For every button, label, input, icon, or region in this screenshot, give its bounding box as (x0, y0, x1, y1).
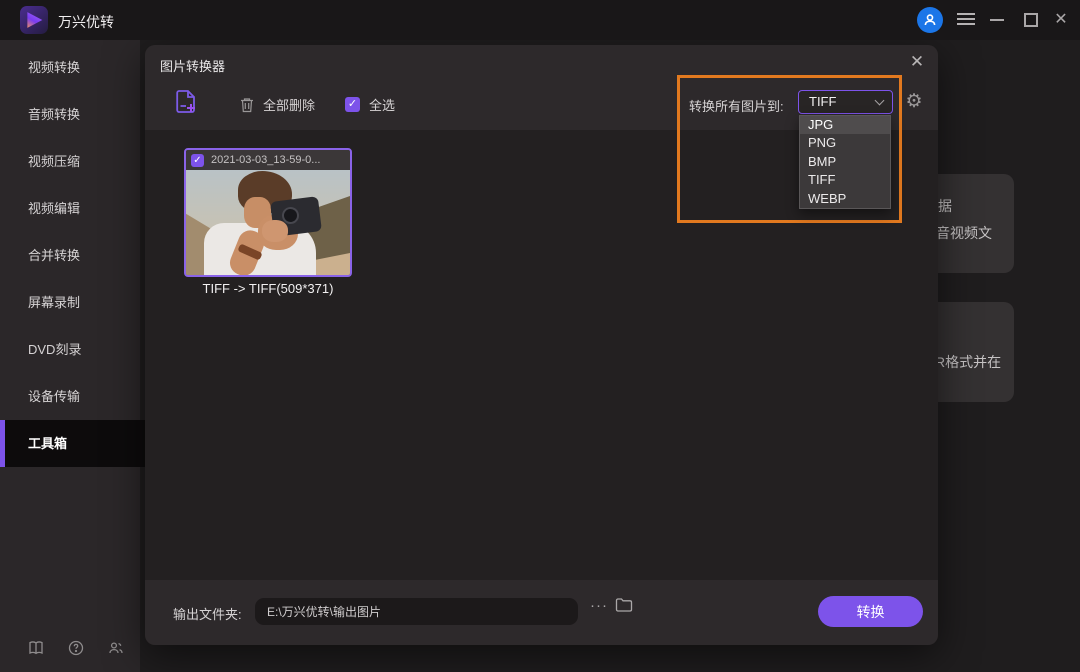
sidebar-item-device-transfer[interactable]: 设备传输 (0, 373, 140, 420)
image-converter-dialog: 输出文件夹: ··· 转换 图片转换器 ✕ 全部删除 ✓ 全选 (145, 45, 938, 645)
titlebar: 万兴优转 ✕ (0, 0, 1080, 40)
file-name: 2021-03-03_13-59-0... (211, 154, 320, 166)
maximize-button[interactable] (1024, 13, 1038, 27)
output-folder-label: 输出文件夹: (173, 604, 242, 623)
sidebar-item-video-compress[interactable]: 视频压缩 (0, 138, 140, 185)
format-dropdown: JPG PNG BMP TIFF WEBP (799, 115, 891, 209)
format-select[interactable]: TIFF (798, 90, 893, 114)
format-option-tiff[interactable]: TIFF (800, 171, 890, 189)
image-thumbnail (186, 170, 350, 275)
select-all-label: 全选 (369, 95, 395, 114)
add-files-button[interactable] (175, 89, 199, 115)
window-close-button[interactable]: ✕ (1051, 10, 1071, 30)
users-icon[interactable] (108, 640, 124, 656)
open-folder-icon[interactable] (615, 597, 635, 615)
convert-all-to-label: 转换所有图片到: (689, 96, 784, 115)
dialog-footer: 输出文件夹: ··· 转换 (145, 580, 938, 645)
output-folder-input[interactable] (255, 598, 578, 625)
delete-all-button[interactable]: 全部删除 (240, 95, 315, 114)
thumbnail-header: ✓ 2021-03-03_13-59-0... (186, 150, 350, 170)
sidebar-item-dvd-burn[interactable]: DVD刻录 (0, 326, 140, 373)
card-text-fragment: 据 (938, 196, 952, 216)
person-icon (923, 13, 937, 27)
manual-book-icon[interactable] (28, 640, 44, 656)
format-option-bmp[interactable]: BMP (800, 153, 890, 171)
app-logo-icon (20, 6, 48, 34)
delete-all-label: 全部删除 (263, 95, 315, 114)
chevron-down-icon (875, 96, 885, 106)
trash-icon (240, 97, 254, 113)
file-conversion-caption: TIFF -> TIFF(509*371) (184, 281, 352, 296)
card-text-fragment: 音视频文 (936, 223, 992, 243)
minimize-button[interactable] (990, 19, 1004, 21)
menu-button[interactable] (957, 13, 975, 27)
file-checkbox[interactable]: ✓ (191, 154, 204, 167)
sidebar-item-audio-convert[interactable]: 音频转换 (0, 91, 140, 138)
sidebar-item-video-edit[interactable]: 视频编辑 (0, 185, 140, 232)
sidebar-item-merge-convert[interactable]: 合并转换 (0, 232, 140, 279)
format-option-webp[interactable]: WEBP (800, 190, 890, 208)
browse-more-button[interactable]: ··· (586, 593, 612, 619)
sidebar-item-screen-record[interactable]: 屏幕录制 (0, 279, 140, 326)
format-settings-gear-icon[interactable]: ⚙ (903, 90, 925, 114)
format-option-png[interactable]: PNG (800, 134, 890, 152)
image-file-item[interactable]: ✓ 2021-03-03_13-59-0... (184, 148, 352, 277)
card-text-fragment: R格式并在 (935, 352, 1001, 372)
user-avatar-button[interactable] (917, 7, 943, 33)
format-option-jpg[interactable]: JPG (800, 116, 890, 134)
select-all-toggle[interactable]: ✓ 全选 (345, 95, 395, 114)
dialog-title: 图片转换器 (160, 56, 225, 75)
sidebar: 视频转换 音频转换 视频压缩 视频编辑 合并转换 屏幕录制 DVD刻录 设备传输… (0, 40, 140, 672)
sidebar-item-video-convert[interactable]: 视频转换 (0, 44, 140, 91)
format-selected-value: TIFF (809, 94, 836, 109)
select-all-checkbox[interactable]: ✓ (345, 97, 360, 112)
sidebar-item-toolbox[interactable]: 工具箱 (0, 420, 145, 467)
convert-button[interactable]: 转换 (818, 596, 923, 627)
dialog-close-icon[interactable]: ✕ (905, 50, 929, 74)
help-icon[interactable] (68, 640, 84, 656)
app-title: 万兴优转 (58, 12, 114, 32)
